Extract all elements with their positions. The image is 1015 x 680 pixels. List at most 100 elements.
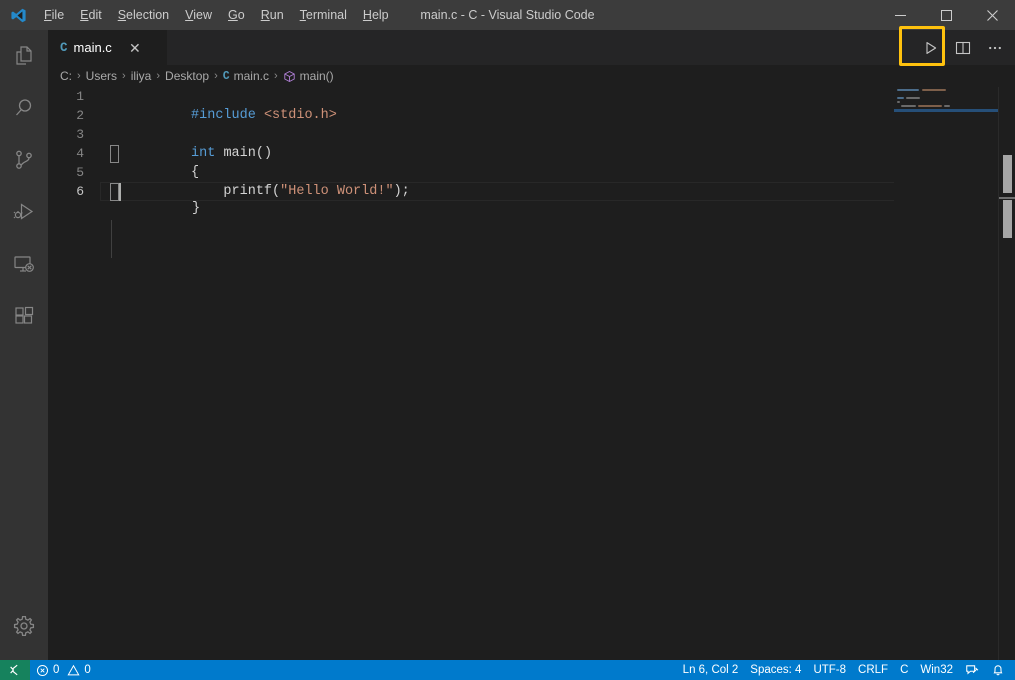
- bell-icon: [991, 663, 1005, 677]
- status-right-group: Ln 6, Col 2 Spaces: 4 UTF-8 CRLF C Win32: [677, 660, 1015, 680]
- breadcrumb-item-file[interactable]: C main.c: [223, 69, 269, 83]
- code-line-4: {: [100, 144, 895, 180]
- breadcrumb-label: main(): [299, 69, 334, 83]
- split-editor-icon: [955, 40, 971, 56]
- breadcrumb-separator: ›: [122, 70, 126, 82]
- breadcrumb-item-drive[interactable]: C:: [60, 69, 72, 83]
- status-feedback-button[interactable]: [959, 660, 985, 680]
- scrollbar-slider-secondary[interactable]: [1003, 200, 1012, 238]
- scrollbar-slider[interactable]: [1003, 155, 1012, 193]
- minimap[interactable]: [894, 87, 998, 660]
- status-language-mode[interactable]: C: [894, 660, 914, 680]
- breadcrumb-label: C:: [60, 69, 72, 83]
- menu-bar: File Edit Selection View Go Run Terminal…: [36, 0, 397, 30]
- menu-go[interactable]: Go: [220, 0, 253, 30]
- breadcrumb-label: Desktop: [165, 69, 210, 83]
- sidebar-item-run-and-debug[interactable]: [0, 186, 48, 238]
- menu-terminal-rest: erminal: [305, 8, 347, 22]
- maximize-button[interactable]: [923, 0, 969, 30]
- error-count: 0: [53, 664, 60, 676]
- minimize-button[interactable]: [877, 0, 923, 30]
- run-debug-icon: [12, 200, 36, 224]
- feedback-icon: [965, 663, 979, 677]
- tab-label: main.c: [73, 40, 112, 55]
- symbol-function-icon: [283, 70, 296, 83]
- menu-help[interactable]: Help: [355, 0, 397, 30]
- breadcrumb-item-iliya[interactable]: iliya: [131, 69, 152, 83]
- vscode-logo-icon: [0, 0, 36, 30]
- breadcrumb-separator: ›: [273, 70, 278, 82]
- menu-view-rest: iew: [193, 8, 213, 22]
- menu-run-rest: un: [269, 8, 284, 22]
- title-bar: File Edit Selection View Go Run Terminal…: [0, 0, 1015, 30]
- vscode-window: File Edit Selection View Go Run Terminal…: [0, 0, 1015, 680]
- menu-help-rest: elp: [371, 8, 389, 22]
- breadcrumb-item-users[interactable]: Users: [86, 69, 117, 83]
- breadcrumb-label: iliya: [130, 69, 152, 83]
- code-line-6-current: }: [100, 182, 943, 216]
- editor-scrollbar[interactable]: [998, 87, 1015, 660]
- split-editor-button[interactable]: [949, 34, 977, 62]
- run-code-button[interactable]: [917, 34, 945, 62]
- breadcrumb-item-desktop[interactable]: Desktop: [165, 69, 209, 83]
- line-number: 2: [76, 108, 84, 123]
- gear-icon: [12, 614, 36, 638]
- status-bar: 0 0 Ln 6, Col 2 Spaces: 4 UTF-8 CRLF C W…: [0, 660, 1015, 680]
- status-platform[interactable]: Win32: [914, 660, 959, 680]
- menu-selection-rest: election: [126, 8, 170, 22]
- editor-actions: [915, 30, 1011, 65]
- tab-main-c[interactable]: C main.c ✕: [48, 30, 168, 65]
- menu-selection[interactable]: Selection: [110, 0, 177, 30]
- scrollbar-divider: [999, 197, 1015, 199]
- remote-host-icon: [8, 663, 22, 677]
- menu-terminal[interactable]: Terminal: [292, 0, 355, 30]
- breadcrumb-separator: ›: [156, 70, 161, 82]
- code-editor[interactable]: 1 2 3 4 5 6 #include <stdio.h> int main(…: [48, 87, 1015, 660]
- menu-file-rest: ile: [51, 8, 65, 22]
- breadcrumb-item-symbol[interactable]: main(): [283, 69, 334, 83]
- warning-icon: [67, 664, 80, 677]
- menu-edit[interactable]: Edit: [72, 0, 110, 30]
- sidebar-item-remote-explorer[interactable]: [0, 238, 48, 290]
- line-number: 3: [76, 127, 84, 142]
- editor-tabs-bar: C main.c ✕: [48, 30, 1015, 65]
- code-line-5: printf("Hello World!");: [100, 163, 895, 199]
- search-icon: [12, 96, 36, 120]
- remote-explorer-icon: [12, 252, 36, 276]
- activity-bar: [0, 30, 48, 660]
- status-encoding[interactable]: UTF-8: [807, 660, 852, 680]
- ellipsis-icon: [987, 40, 1003, 56]
- sidebar-item-search[interactable]: [0, 82, 48, 134]
- menu-edit-rest: dit: [88, 8, 102, 22]
- status-indentation[interactable]: Spaces: 4: [744, 660, 807, 680]
- source-control-icon: [12, 148, 36, 172]
- status-notifications-button[interactable]: [985, 660, 1015, 680]
- breadcrumb-separator: ›: [214, 70, 218, 82]
- menu-file[interactable]: File: [36, 0, 72, 30]
- menu-view[interactable]: View: [177, 0, 220, 30]
- status-problems[interactable]: 0 0: [30, 660, 97, 680]
- close-button[interactable]: [969, 0, 1015, 30]
- status-cursor-position[interactable]: Ln 6, Col 2: [677, 660, 745, 680]
- warning-count: 0: [84, 664, 91, 676]
- code-line-1: #include <stdio.h>: [100, 87, 895, 123]
- window-controls: [877, 0, 1015, 30]
- close-icon[interactable]: ✕: [126, 39, 144, 57]
- status-eol[interactable]: CRLF: [852, 660, 894, 680]
- code-content[interactable]: #include <stdio.h> int main() { printf("…: [100, 87, 943, 660]
- menu-run[interactable]: Run: [253, 0, 292, 30]
- extensions-icon: [12, 304, 36, 328]
- editor-group: C main.c ✕ C: › Users › iliya › Desktop …: [48, 30, 1015, 660]
- files-icon: [12, 44, 36, 68]
- manage-settings-button[interactable]: [0, 600, 48, 652]
- token: }: [192, 201, 201, 216]
- sidebar-item-source-control[interactable]: [0, 134, 48, 186]
- breadcrumb-separator: ›: [77, 70, 81, 82]
- more-actions-button[interactable]: [981, 34, 1009, 62]
- sidebar-item-explorer[interactable]: [0, 30, 48, 82]
- sidebar-item-extensions[interactable]: [0, 290, 48, 342]
- indent-guide: [111, 220, 112, 258]
- remote-host-button[interactable]: [0, 660, 30, 680]
- error-icon: [36, 664, 49, 677]
